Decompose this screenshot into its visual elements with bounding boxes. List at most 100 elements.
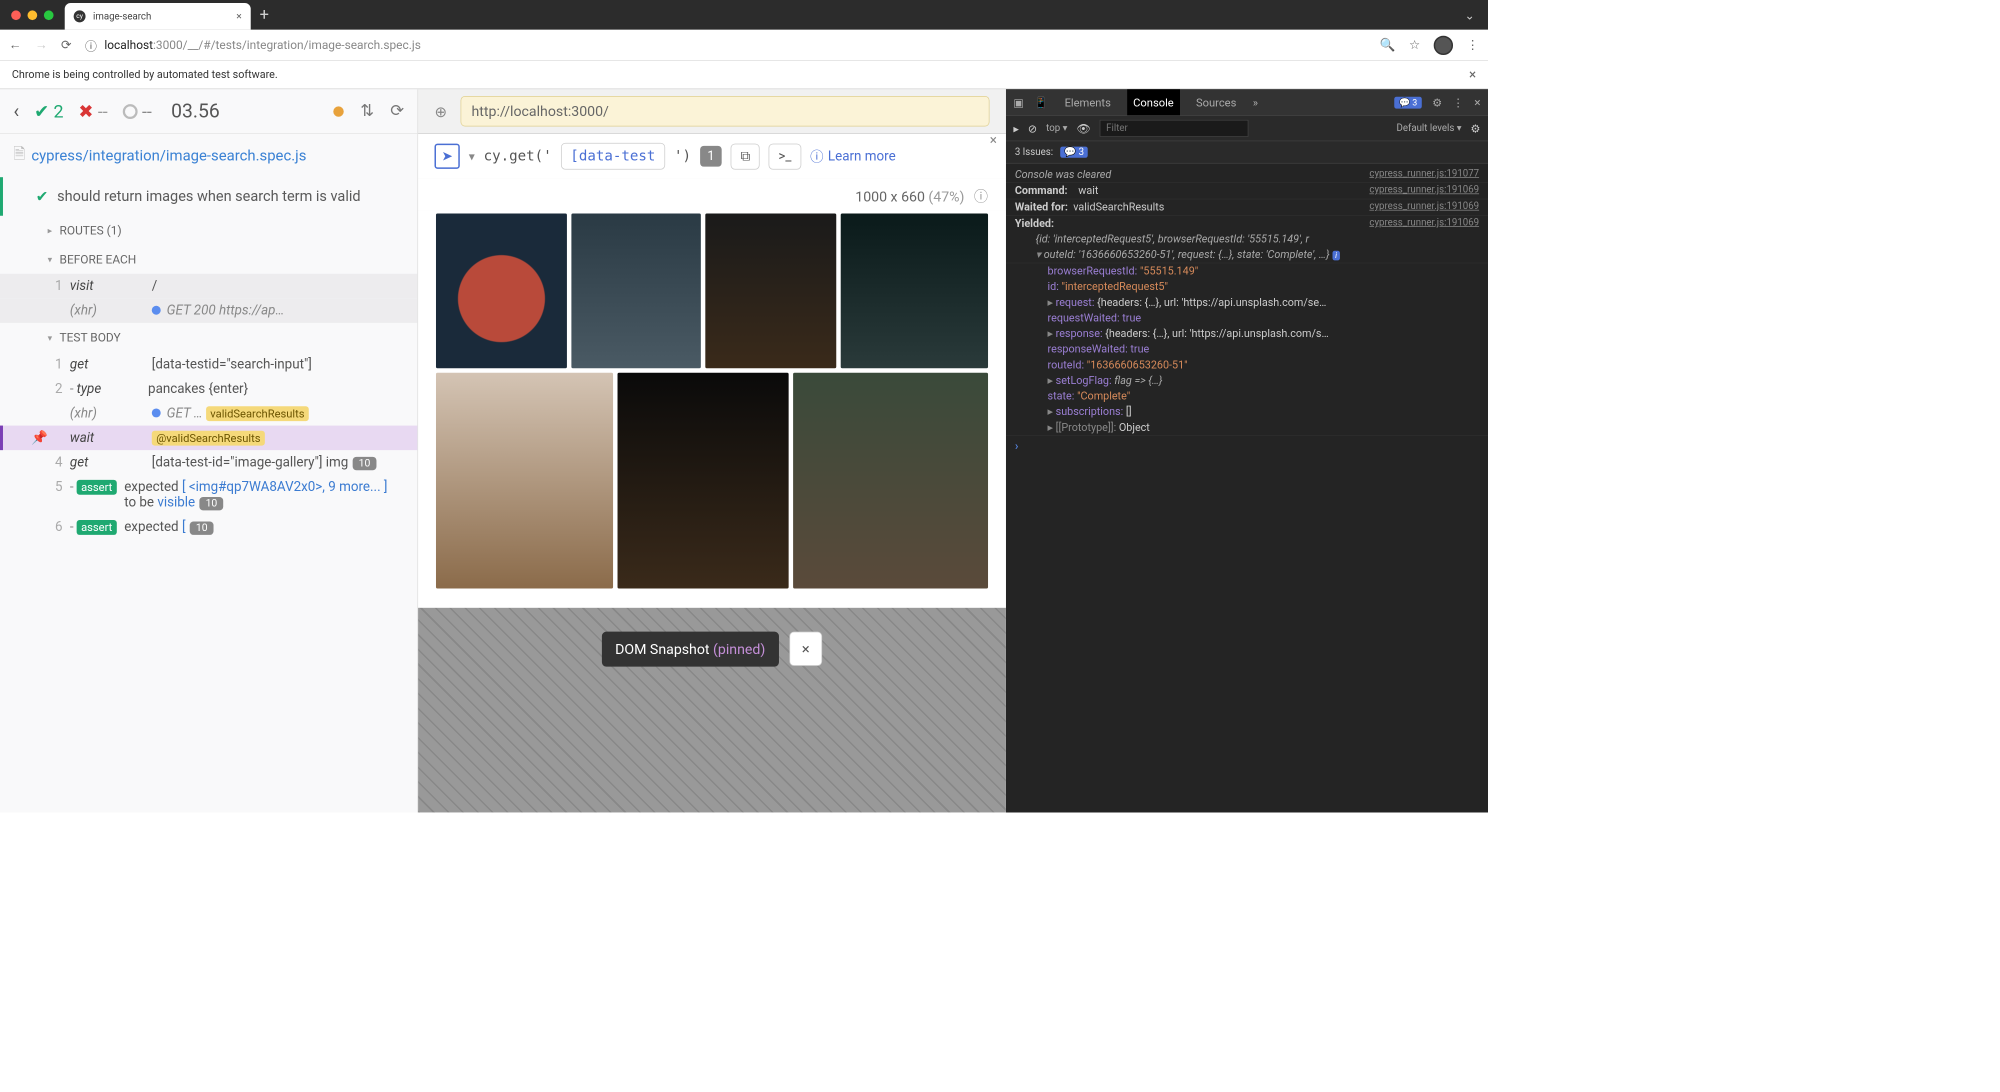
unpin-snapshot-button[interactable]: ×	[789, 632, 822, 666]
chevron-down-icon[interactable]: ▾	[469, 149, 475, 163]
routes-header[interactable]: ▸ROUTES (1)	[0, 216, 417, 245]
check-icon: ✔	[34, 101, 49, 122]
command-row[interactable]: 6 -assert expected [10	[0, 515, 417, 540]
command-row[interactable]: (xhr) GET … validSearchResults	[0, 401, 417, 426]
command-row[interactable]: 1 visit /	[0, 274, 417, 299]
pass-count: 2	[54, 101, 64, 122]
tab-title: image-search	[93, 11, 229, 22]
log-property[interactable]: responseWaited: true	[1006, 341, 1488, 357]
fail-count: --	[98, 101, 108, 122]
eye-icon[interactable]: 👁	[1076, 122, 1090, 135]
log-property[interactable]: ▸ setLogFlag: flag => {…}	[1006, 373, 1488, 389]
console-log: Console was clearedcypress_runner.js:191…	[1006, 164, 1488, 813]
close-devtools-icon[interactable]: ×	[1474, 95, 1480, 109]
close-window-icon[interactable]	[11, 10, 21, 20]
log-line[interactable]: Console was clearedcypress_runner.js:191…	[1006, 167, 1488, 183]
more-tabs-icon[interactable]: »	[1253, 96, 1258, 109]
command-row[interactable]: 4 get [data-test-id="image-gallery"] img…	[0, 450, 417, 475]
caret-right-icon[interactable]: ▸	[1048, 374, 1056, 387]
pending-icon	[123, 104, 138, 119]
site-info-icon[interactable]: ⓘ	[85, 36, 97, 54]
close-tab-icon[interactable]: ×	[236, 10, 242, 22]
minimize-window-icon[interactable]	[28, 10, 38, 20]
profile-avatar-icon[interactable]	[1434, 35, 1453, 54]
filter-input[interactable]	[1099, 120, 1248, 137]
print-console-button[interactable]: >_	[769, 143, 801, 169]
pointer-icon[interactable]: ➤	[434, 144, 459, 169]
device-toggle-icon[interactable]: 📱	[1034, 96, 1048, 109]
caret-down-icon[interactable]: ▾	[1036, 248, 1044, 261]
sidebar-toggle-icon[interactable]: ▸	[1013, 122, 1019, 135]
close-infobar-icon[interactable]: ×	[1469, 67, 1476, 83]
clear-console-icon[interactable]: ⊘	[1028, 122, 1037, 135]
tab-overflow-icon[interactable]: ⌄	[1451, 8, 1488, 22]
address-bar[interactable]: ⓘ localhost:3000/__/#/tests/integration/…	[85, 36, 1366, 54]
command-row[interactable]: 1 get [data-testid="search-input"]	[0, 352, 417, 377]
log-line[interactable]: Command: waitcypress_runner.js:191069	[1006, 183, 1488, 199]
issues-bar[interactable]: 3 Issues: 💬 3	[1006, 141, 1488, 163]
log-levels-selector[interactable]: Default levels ▾	[1396, 123, 1461, 134]
log-property[interactable]: id: "interceptedRequest5"	[1006, 279, 1488, 295]
viewport-toggle-icon[interactable]: ⇅	[360, 102, 374, 121]
command-row[interactable]: (xhr) GET 200 https://ap…	[0, 298, 417, 323]
browser-tab[interactable]: cy image-search ×	[65, 3, 251, 30]
log-line[interactable]: ▾ outeId: '1636660653260-51', request: {…	[1006, 247, 1488, 263]
gallery-image	[705, 214, 836, 369]
caret-right-icon[interactable]: ▸	[1048, 421, 1056, 434]
console-prompt[interactable]: ›	[1006, 436, 1488, 456]
settings-gear-icon[interactable]: ⚙	[1471, 122, 1481, 135]
browser-indicator-icon	[333, 106, 343, 116]
devtools-tabs: ▣ 📱 Elements Console Sources » 💬 3 ⚙ ⋮ ×	[1006, 89, 1488, 116]
log-property[interactable]: ▸ subscriptions: []	[1006, 404, 1488, 420]
log-line[interactable]: {id: 'interceptedRequest5', browserReque…	[1006, 231, 1488, 247]
maximize-window-icon[interactable]	[44, 10, 54, 20]
reload-icon[interactable]: ⟳	[61, 38, 72, 53]
log-property[interactable]: ▸ response: {headers: {…}, url: 'https:/…	[1006, 326, 1488, 342]
rerun-icon[interactable]: ⟳	[390, 102, 404, 121]
context-selector[interactable]: top ▾	[1046, 123, 1067, 134]
tab-console[interactable]: Console	[1127, 89, 1179, 115]
chrome-menu-icon[interactable]: ⋮	[1466, 38, 1479, 53]
console-filter-bar: ▸ ⊘ top ▾ 👁 Default levels ▾ ⚙	[1006, 116, 1488, 141]
new-tab-button[interactable]: +	[251, 6, 278, 25]
spec-file-path[interactable]: 🗎 cypress/integration/image-search.spec.…	[0, 134, 417, 177]
log-property[interactable]: ▸ request: {headers: {…}, url: 'https://…	[1006, 295, 1488, 311]
bookmark-icon[interactable]: ☆	[1409, 38, 1420, 53]
message-count-badge[interactable]: 💬 3	[1395, 96, 1422, 108]
tab-sources[interactable]: Sources	[1190, 89, 1242, 115]
copy-button[interactable]: ⧉	[731, 143, 760, 169]
caret-right-icon[interactable]: ▸	[1048, 327, 1056, 340]
log-property[interactable]: browserRequestId: "55515.149"	[1006, 263, 1488, 279]
kebab-menu-icon[interactable]: ⋮	[1453, 96, 1464, 109]
log-line[interactable]: Yielded:cypress_runner.js:191069	[1006, 216, 1488, 232]
xhr-dot-icon	[152, 408, 161, 417]
log-property[interactable]: state: "Complete"	[1006, 388, 1488, 404]
learn-more-link[interactable]: ⓘLearn more	[810, 147, 896, 166]
forward-icon: →	[35, 38, 48, 53]
devtools-panel: ▣ 📱 Elements Console Sources » 💬 3 ⚙ ⋮ ×…	[1006, 89, 1488, 812]
close-playground-icon[interactable]: ×	[990, 132, 997, 148]
tab-elements[interactable]: Elements	[1059, 89, 1117, 115]
selector-target-icon[interactable]: ⊕	[434, 102, 446, 120]
log-property[interactable]: requestWaited: true	[1006, 310, 1488, 326]
caret-right-icon[interactable]: ▸	[1048, 405, 1056, 418]
test-body-header[interactable]: ▾TEST BODY	[0, 323, 417, 352]
selector-input[interactable]: [data-test	[561, 143, 665, 170]
info-icon[interactable]: ⓘ	[974, 188, 988, 205]
reporter-back-icon[interactable]: ‹	[13, 100, 19, 122]
zoom-icon[interactable]: 🔍	[1380, 38, 1396, 53]
back-icon[interactable]: ←	[9, 38, 22, 53]
log-property[interactable]: routeId: "1636660653260-51"	[1006, 357, 1488, 373]
settings-gear-icon[interactable]: ⚙	[1432, 96, 1442, 109]
log-line[interactable]: Waited for: validSearchResultscypress_ru…	[1006, 199, 1488, 215]
inspect-element-icon[interactable]: ▣	[1013, 96, 1024, 109]
test-title-row[interactable]: ✔ should return images when search term …	[0, 177, 417, 216]
log-property[interactable]: ▸ [[Prototype]]: Object	[1006, 420, 1488, 436]
command-row-pinned[interactable]: 📌 wait @validSearchResults	[0, 426, 417, 451]
caret-right-icon[interactable]: ▸	[1048, 296, 1056, 309]
command-row[interactable]: 2 -type pancakes {enter}	[0, 376, 417, 401]
command-row[interactable]: 5 -assert expected [ <img#qp7WA8AV2x0>, …	[0, 475, 417, 515]
gallery-image	[793, 373, 988, 589]
before-each-header[interactable]: ▾BEFORE EACH	[0, 245, 417, 274]
snapshot-badge: DOM Snapshot (pinned)	[602, 632, 779, 667]
